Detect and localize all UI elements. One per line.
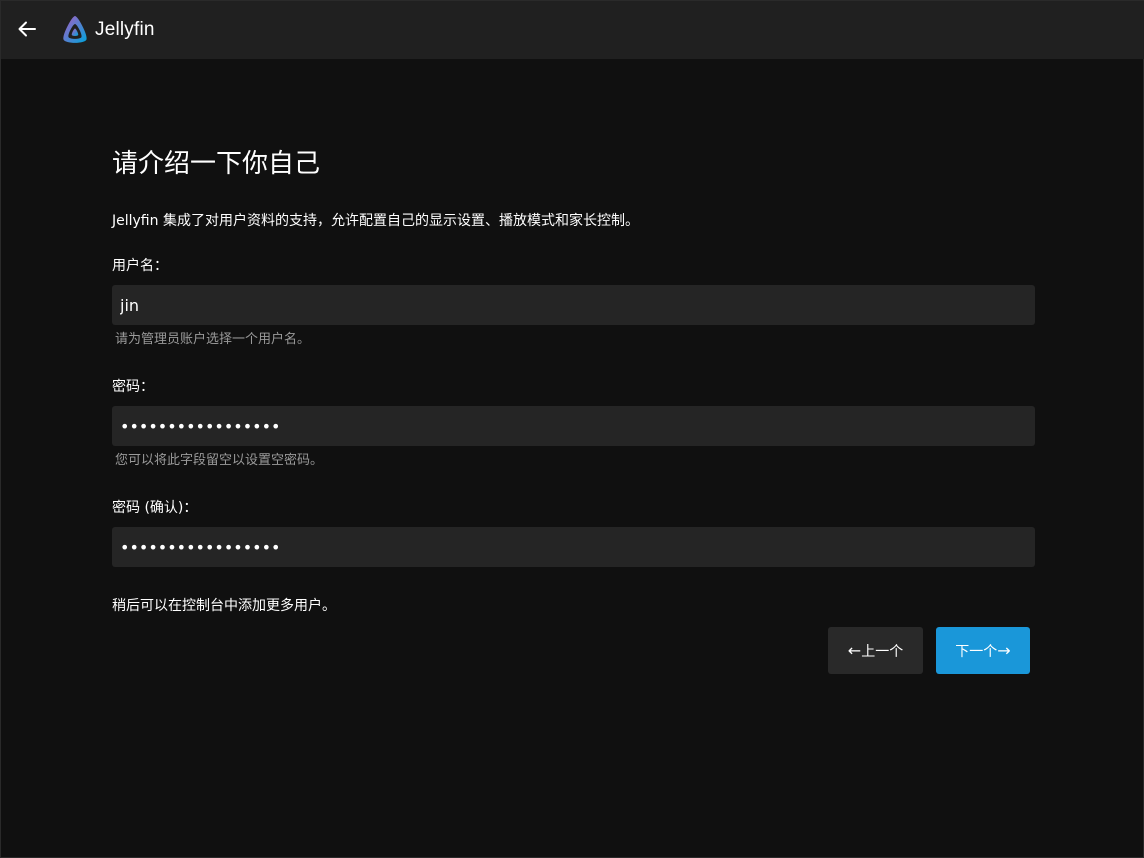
password-confirm-group: 密码 (确认)： [112,498,1035,567]
app-window: Jellyfin 请介绍一下你自己 Jellyfin 集成了对用户资料的支持，允… [0,0,1144,858]
password-input[interactable] [112,406,1035,446]
username-group: 用户名： 请为管理员账户选择一个用户名。 [112,256,1035,349]
password-label: 密码： [112,379,154,395]
wizard-buttons: ← 上一个 下一个 → [828,627,1030,674]
username-hint: 请为管理员账户选择一个用户名。 [115,332,311,347]
page-description: Jellyfin 集成了对用户资料的支持，允许配置自己的显示设置、播放模式和家长… [112,213,639,229]
jellyfin-logo-icon [63,16,87,43]
username-input[interactable] [112,285,1035,325]
previous-button-label: 上一个 [861,643,904,660]
jellyfin-logo[interactable]: Jellyfin [59,14,155,46]
page-title: 请介绍一下你自己 [112,149,321,179]
password-group: 密码： 您可以将此字段留空以设置空密码。 [112,377,1035,470]
arrow-right-icon: → [997,640,1011,660]
username-label: 用户名： [112,258,168,274]
top-header-bar: Jellyfin [1,1,1144,59]
back-button[interactable] [13,15,41,43]
password-hint: 您可以将此字段留空以设置空密码。 [115,453,324,468]
next-button[interactable]: 下一个 → [936,627,1030,674]
add-users-note: 稍后可以在控制台中添加更多用户。 [112,598,336,614]
arrow-left-icon: ← [847,640,862,660]
password-confirm-input[interactable] [112,527,1035,567]
password-confirm-label: 密码 (确认)： [112,500,198,516]
previous-button[interactable]: ← 上一个 [828,627,923,674]
app-name: Jellyfin [95,19,155,40]
next-button-label: 下一个 [955,643,998,660]
setup-form: 请介绍一下你自己 Jellyfin 集成了对用户资料的支持，允许配置自己的显示设… [112,141,1035,616]
arrow-left-icon [18,21,36,37]
